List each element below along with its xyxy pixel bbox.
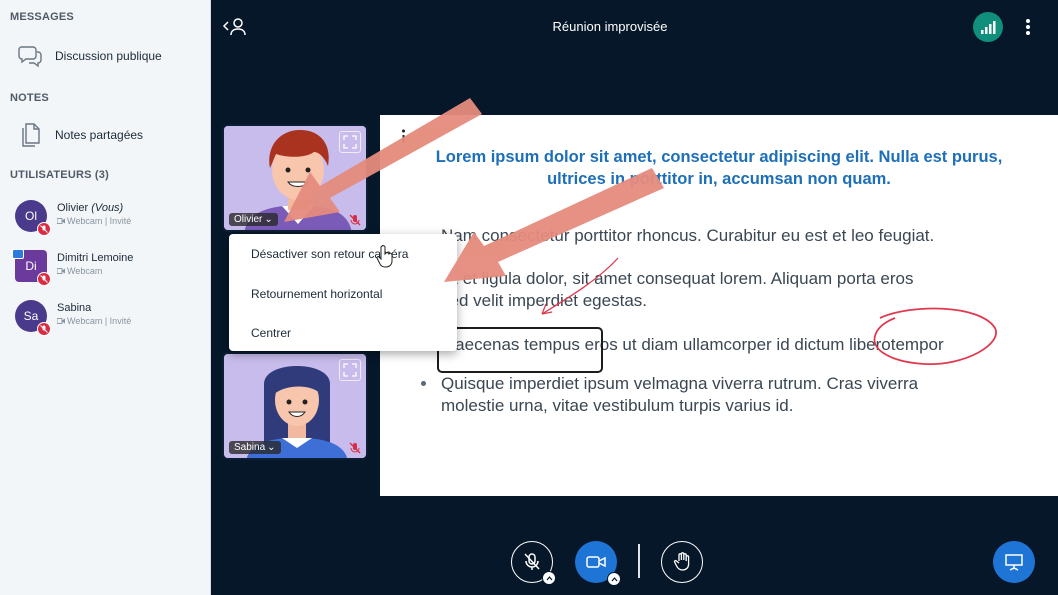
menu-item-mirror[interactable]: Retournement horizontal: [251, 287, 382, 301]
muted-mic-icon: [524, 553, 540, 570]
back-users-button[interactable]: [222, 16, 250, 38]
user-item-dimitri[interactable]: Di Dimitri Lemoine Webcam: [0, 246, 211, 288]
chevron-up-icon[interactable]: [542, 571, 556, 585]
tile-name-label[interactable]: Sabina ⌄: [229, 441, 281, 454]
muted-mic-icon: [37, 272, 51, 286]
webcam-tile-olivier[interactable]: Olivier ⌄: [222, 124, 368, 232]
hand-icon: [673, 552, 690, 571]
menu-item-disable-self-view[interactable]: Désactiver son retour caméra: [251, 247, 408, 261]
muted-mic-icon: [349, 213, 361, 226]
chevron-down-icon: ⌄: [264, 214, 273, 225]
public-chat-label: Discussion publique: [55, 49, 162, 63]
slide-bullet-3: Maecenas tempus eros ut diam ullamcorper…: [441, 335, 944, 354]
camera-button[interactable]: [575, 541, 621, 586]
user-name: Sabina: [57, 302, 92, 314]
user-list-icon: [222, 18, 246, 36]
user-status: Webcam | Invité: [57, 316, 131, 326]
expand-icon[interactable]: [339, 359, 361, 381]
signal-bars-icon: [981, 21, 996, 34]
user-name: Olivier (Vous): [57, 202, 124, 214]
webcam-tile-sabina[interactable]: Sabina ⌄: [222, 352, 368, 460]
user-item-olivier[interactable]: Ol Olivier (Vous) Webcam | Invité: [0, 196, 211, 238]
user-item-sabina[interactable]: Sa Sabina Webcam | Invité: [0, 296, 211, 338]
public-chat-item[interactable]: Discussion publique: [0, 37, 211, 75]
expand-icon[interactable]: [339, 131, 361, 153]
menu-item-center[interactable]: Centrer: [251, 326, 291, 340]
users-section-title: UTILISATEURS (3): [10, 169, 109, 181]
webcam-icon: [57, 318, 65, 324]
connection-status-button[interactable]: [973, 12, 1003, 42]
webcam-context-menu: Désactiver son retour caméra Retournemen…: [229, 234, 457, 351]
slide-cursor-mark: [402, 129, 405, 143]
user-status: Webcam | Invité: [57, 216, 131, 226]
meeting-title: Réunion improvisée: [552, 19, 668, 34]
notes-section-title: NOTES: [10, 92, 49, 104]
microphone-button[interactable]: [511, 541, 556, 585]
webcam-icon: [57, 218, 65, 224]
kebab-icon: [1026, 19, 1030, 35]
presentation-toggle-button[interactable]: [993, 541, 1035, 583]
user-name: Dimitri Lemoine: [57, 252, 134, 264]
options-menu-button[interactable]: [1018, 14, 1038, 40]
video-camera-icon: [586, 556, 606, 568]
shared-notes-item[interactable]: Notes partagées: [0, 116, 211, 154]
slide-title: Lorem ipsum dolor sit amet, consectetur …: [435, 148, 1003, 188]
presenter-icon: [12, 249, 24, 259]
chevron-up-icon[interactable]: [607, 572, 621, 586]
bullet-marker: [421, 381, 426, 386]
raise-hand-button[interactable]: [661, 541, 703, 583]
muted-mic-icon: [37, 322, 51, 336]
sidebar: MESSAGES Discussion publique NOTES Notes…: [0, 0, 211, 595]
tile-name-label[interactable]: Olivier ⌄: [229, 213, 278, 226]
muted-mic-icon: [349, 441, 361, 454]
notes-icon: [15, 120, 45, 150]
slide-bullet-2: Ut et ligula dolor, sit amet consequat l…: [441, 269, 914, 310]
chat-icon: [15, 41, 45, 71]
muted-mic-icon: [37, 222, 51, 236]
user-status: Webcam: [57, 266, 102, 276]
slide-bullet-4: Quisque imperdiet ipsum velmagna viverra…: [441, 374, 919, 415]
shared-notes-label: Notes partagées: [55, 128, 144, 142]
webcam-icon: [57, 268, 65, 274]
presentation-icon: [1005, 554, 1023, 571]
slide-bullet-1: Nam consectetur porttitor rhoncus. Curab…: [441, 226, 935, 245]
toolbar-divider: [638, 544, 640, 578]
chevron-down-icon: ⌄: [267, 442, 276, 453]
messages-section-title: MESSAGES: [10, 11, 74, 23]
presentation-slide[interactable]: Lorem ipsum dolor sit amet, consectetur …: [380, 115, 1058, 496]
